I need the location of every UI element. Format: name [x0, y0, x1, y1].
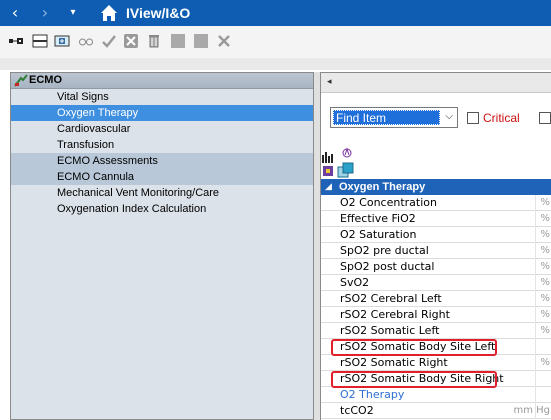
gray-square-icon[interactable] [170, 33, 186, 49]
history-dropdown-button[interactable]: ▾ [60, 0, 86, 26]
row-label: rSO2 Somatic Left [340, 324, 440, 337]
flowsheet-row[interactable]: SpO2 post ductal% [321, 259, 551, 275]
row-label: rSO2 Cerebral Left [340, 292, 442, 305]
section-header-oxygen-therapy[interactable]: ◢ Oxygen Therapy [321, 179, 551, 195]
row-unit: % [540, 325, 550, 336]
highlight-box [331, 371, 497, 388]
flowsheet-row[interactable]: SvO2% [321, 275, 551, 291]
band-header-label: ECMO [29, 74, 62, 86]
row-label: O2 Saturation [340, 228, 417, 241]
row-unit: % [540, 309, 550, 320]
section-header-label: Oxygen Therapy [339, 181, 426, 193]
section-item-ecmo-assessments[interactable]: ECMO Assessments [11, 153, 313, 169]
chevron-down-icon: ▾ [70, 7, 76, 18]
flowsheet-row[interactable]: SpO2 pre ductal% [321, 243, 551, 259]
row-label: rSO2 Cerebral Right [340, 308, 450, 321]
row-unit: % [540, 261, 550, 272]
band-navigator: ECMO Vital Signs Oxygen Therapy Cardiova… [10, 72, 314, 420]
ecmo-band-icon [14, 74, 28, 87]
flowsheet-row[interactable]: rSO2 Cerebral Right% [321, 307, 551, 323]
row-label: SvO2 [340, 276, 370, 289]
back-button[interactable]: ‹ [2, 0, 28, 26]
flowsheet-row[interactable]: rSO2 Somatic Right% [321, 355, 551, 371]
row-unit: % [540, 293, 550, 304]
row-label: O2 Therapy [340, 388, 405, 401]
row-unit: mm Hg [513, 405, 550, 416]
page-title: IView/I&O [126, 5, 191, 21]
section-item-vital-signs[interactable]: Vital Signs [11, 89, 313, 105]
chevron-left-icon: ‹ [11, 3, 19, 22]
glasses-icon[interactable] [78, 33, 94, 49]
band-header-ecmo[interactable]: ECMO [11, 73, 313, 89]
gray-square-icon[interactable] [193, 33, 209, 49]
flowsheet-row[interactable]: O2 Saturation% [321, 227, 551, 243]
row-label: SpO2 post ductal [340, 260, 435, 273]
chevron-down-icon[interactable]: ⌵ [445, 111, 453, 122]
section-item-ecmo-cannula[interactable]: ECMO Cannula [11, 169, 313, 185]
critical-checkbox[interactable] [467, 112, 479, 124]
row-unit: % [540, 245, 550, 256]
table-copy-icon [337, 162, 354, 178]
pencil-ruler-icon [323, 166, 333, 176]
find-item-value[interactable]: Find Item [333, 110, 440, 125]
row-label: O2 Concentration [340, 196, 437, 209]
highlight-box [331, 339, 497, 356]
split-pane-icon[interactable] [32, 33, 48, 49]
row-label: rSO2 Somatic Right [340, 356, 448, 369]
find-item-dropdown[interactable]: Find Item ⌵ [330, 107, 458, 128]
row-unit: % [540, 277, 550, 288]
close-x-icon[interactable] [216, 33, 232, 49]
row-label: Effective FiO2 [340, 212, 416, 225]
flowsheet-panel: ◂ Find Item ⌵ Critical ◢ Oxygen Therapy … [320, 72, 551, 420]
row-unit: % [540, 357, 550, 368]
flowsheet-scroll-strip: ◂ [321, 73, 551, 93]
row-unit: % [540, 197, 550, 208]
title-bar: ‹ › ▾ IView/I&O [0, 0, 551, 26]
plus-table-icon[interactable] [54, 33, 70, 49]
row-unit: % [540, 213, 550, 224]
flowsheet-row[interactable]: rSO2 Somatic Left% [321, 323, 551, 339]
collapse-triangle-icon[interactable]: ◢ [325, 179, 332, 195]
connect-icon[interactable] [8, 33, 24, 49]
toolbar [0, 26, 551, 58]
flowsheet-row[interactable]: Effective FiO2% [321, 211, 551, 227]
scroll-left-icon[interactable]: ◂ [327, 77, 332, 87]
section-item-transfusion[interactable]: Transfusion [11, 137, 313, 153]
flowsheet-tools-icons[interactable] [321, 147, 381, 179]
medical-symbol-icon [342, 147, 352, 158]
separator-bar [0, 58, 551, 70]
flowsheet-row[interactable]: tcCO2 mm Hg [321, 403, 551, 419]
critical-label: Critical [483, 111, 520, 125]
flowsheet-row-link[interactable]: O2 Therapy [321, 387, 551, 403]
extra-checkbox[interactable] [539, 112, 551, 124]
section-item-oxygen-therapy[interactable]: Oxygen Therapy [11, 105, 313, 121]
section-item-oxygenation-index[interactable]: Oxygenation Index Calculation [11, 201, 313, 217]
chevron-right-icon: › [41, 3, 49, 22]
row-label: tcCO2 [340, 404, 374, 417]
row-unit: % [540, 229, 550, 240]
trash-icon[interactable] [146, 33, 162, 49]
row-label: SpO2 pre ductal [340, 244, 429, 257]
section-item-mechanical-vent[interactable]: Mechanical Vent Monitoring/Care [11, 185, 313, 201]
checkmark-icon[interactable] [101, 33, 117, 49]
cancel-icon[interactable] [123, 33, 139, 49]
chart-bars-icon [322, 152, 333, 163]
flowsheet-row[interactable]: O2 Concentration% [321, 195, 551, 211]
flowsheet-row[interactable]: rSO2 Cerebral Left% [321, 291, 551, 307]
home-icon[interactable] [100, 4, 118, 22]
forward-button[interactable]: › [32, 0, 58, 26]
section-item-cardiovascular[interactable]: Cardiovascular [11, 121, 313, 137]
